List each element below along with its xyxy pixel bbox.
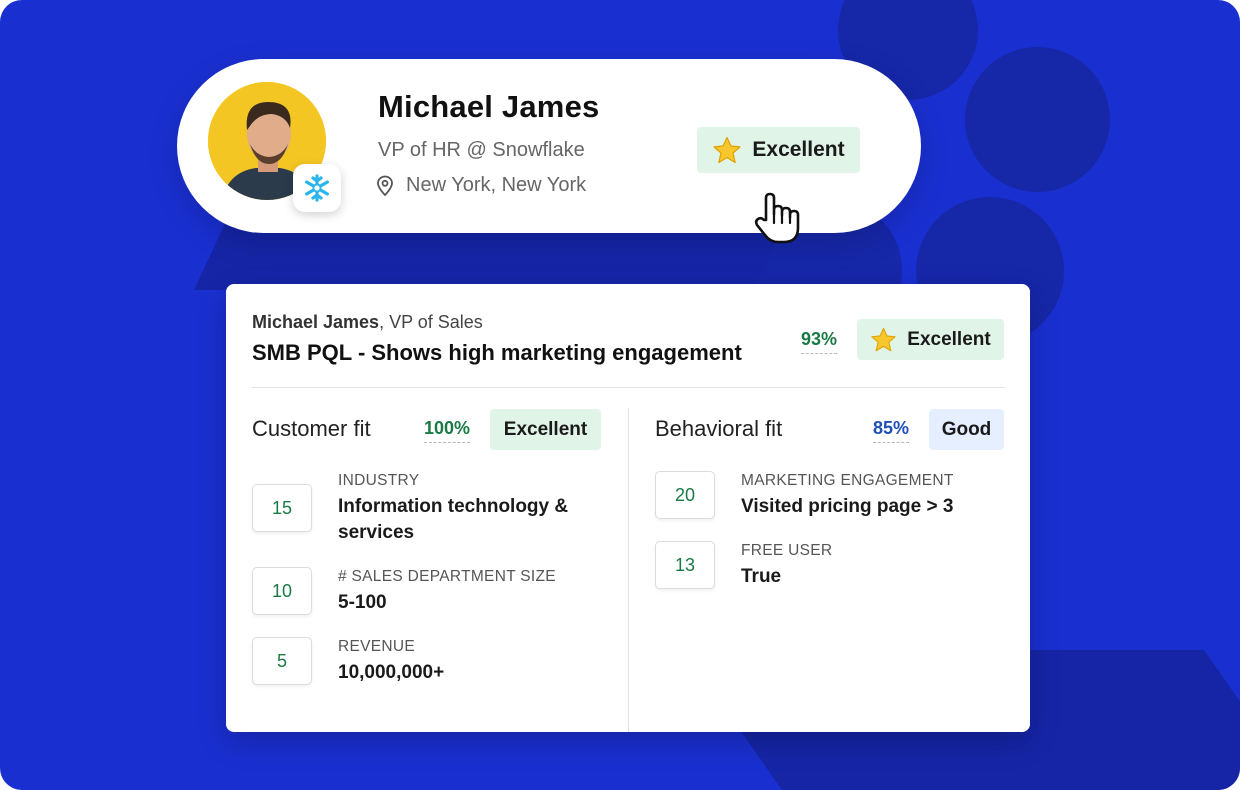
profile-rating-label: Excellent <box>752 138 845 161</box>
industry-value: Information technology & services <box>338 496 569 543</box>
lead-score-card: Michael James, VP of Sales SMB PQL - Sho… <box>226 284 1030 732</box>
profile-location-text: New York, New York <box>406 174 587 196</box>
marketing-engagement-points: 20 <box>655 471 715 519</box>
profile-name: Michael James <box>378 89 600 124</box>
sales-dept-size-points: 10 <box>252 567 312 615</box>
marketing-engagement-label: MARKETING ENGAGEMENT <box>741 472 954 489</box>
customer-fit-score[interactable]: 100% <box>424 418 471 443</box>
profile-card: Michael James VP of HR @ Snowflake New Y… <box>177 59 921 233</box>
sales-dept-size-value: 5-100 <box>338 592 387 613</box>
revenue-points: 5 <box>252 637 312 685</box>
lead-person: Michael James, VP of Sales <box>252 312 483 333</box>
bg-circle <box>965 47 1110 192</box>
marketing-engagement-value: Visited pricing page > 3 <box>741 496 954 517</box>
revenue-value: 10,000,000+ <box>338 662 445 683</box>
overall-score[interactable]: 93% <box>801 329 838 354</box>
customer-fit-title: Customer fit <box>252 416 371 441</box>
profile-location: New York, New York <box>376 174 586 197</box>
divider <box>252 387 1005 388</box>
column-divider <box>628 408 629 732</box>
lead-headline: SMB PQL - Shows high marketing engagemen… <box>252 340 742 365</box>
sales-dept-size-label: # SALES DEPARTMENT SIZE <box>338 568 556 585</box>
lead-person-name: Michael James <box>252 312 380 332</box>
overall-rating-label: Excellent <box>907 328 991 350</box>
star-icon <box>871 327 896 351</box>
behavioral-fit-score[interactable]: 85% <box>873 418 910 443</box>
overall-rating-badge[interactable]: Excellent <box>857 319 1004 360</box>
free-user-value: True <box>741 566 782 587</box>
industry-label: INDUSTRY <box>338 472 420 489</box>
free-user-label: FREE USER <box>741 542 833 559</box>
hand-cursor-icon <box>754 192 800 244</box>
revenue-label: REVENUE <box>338 638 416 655</box>
free-user-points: 13 <box>655 541 715 589</box>
industry-points: 15 <box>252 484 312 532</box>
profile-title: VP of HR @ Snowflake <box>378 139 585 161</box>
map-pin-icon <box>377 175 393 196</box>
customer-fit-badge[interactable]: Excellent <box>490 409 601 450</box>
behavioral-fit-title: Behavioral fit <box>655 416 783 441</box>
profile-rating-badge[interactable]: Excellent <box>697 127 860 173</box>
snowflake-icon <box>293 164 341 212</box>
behavioral-fit-badge[interactable]: Good <box>929 409 1004 450</box>
lead-person-role: , VP of Sales <box>379 312 483 332</box>
star-icon <box>713 136 741 163</box>
